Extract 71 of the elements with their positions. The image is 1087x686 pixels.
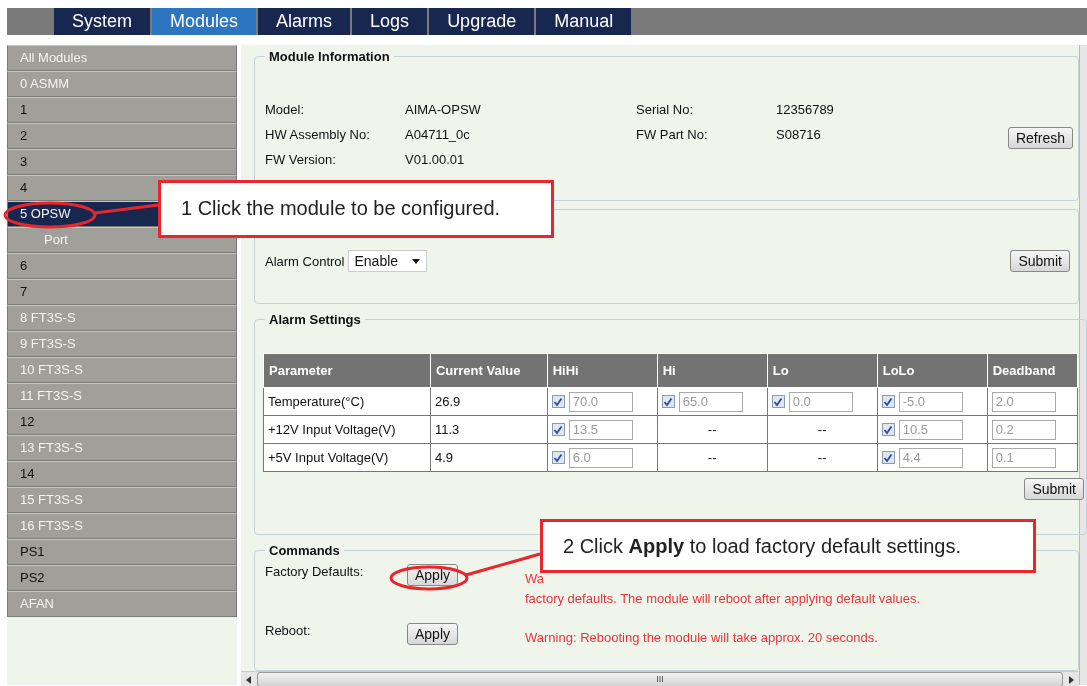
nav-tab[interactable]: Manual (536, 8, 632, 35)
sidebar-item[interactable]: 12 (7, 409, 237, 435)
table-cell: Temperature(°C) (263, 387, 431, 416)
checkbox[interactable] (881, 451, 895, 464)
nav-tab[interactable]: Upgrade (429, 8, 535, 35)
field-value: 12356789 (776, 102, 834, 117)
table-cell: -- (767, 415, 878, 444)
sidebar-item[interactable]: PS1 (7, 539, 237, 565)
column-header: LoLo (877, 353, 988, 388)
sidebar-item[interactable]: 6 (7, 253, 237, 279)
nav-tab[interactable]: Logs (352, 8, 428, 35)
sidebar-item[interactable]: 7 (7, 279, 237, 305)
field-label: Serial No: (636, 102, 695, 117)
table-cell: 11.3 (430, 415, 548, 444)
nav-tab[interactable]: Alarms (258, 8, 351, 35)
table-cell: +12V Input Voltage(V) (263, 415, 431, 444)
scroll-right-icon[interactable] (1067, 675, 1075, 684)
field-value: V01.00.01 (405, 152, 465, 167)
checkbox[interactable] (881, 395, 895, 408)
field-label: Model: (265, 102, 306, 117)
field-label: Reboot: (265, 623, 312, 640)
panel-title: Module Information (268, 49, 391, 64)
vertical-scrollbar[interactable] (1079, 45, 1087, 685)
field-label: Factory Defaults: (265, 564, 365, 581)
nav-tab[interactable]: System (54, 8, 150, 35)
scroll-left-icon[interactable] (245, 675, 253, 684)
checkbox[interactable] (881, 423, 895, 436)
sidebar-item[interactable]: 1 (7, 97, 237, 123)
table-cell: -- (657, 415, 768, 444)
field-label: Alarm Control (265, 253, 345, 269)
apply-button[interactable]: Apply (407, 623, 459, 645)
alarm-control-dropdown[interactable]: Enable (348, 250, 428, 272)
table-cell: 26.9 (430, 387, 548, 416)
panel-title: Alarm Settings (268, 312, 362, 327)
field-label: FW Version: (265, 152, 337, 167)
column-header: Parameter (263, 353, 431, 388)
sidebar-item[interactable]: 3 (7, 149, 237, 175)
callout-tooltip: 1 Click the module to be configured. (158, 180, 554, 238)
checkbox[interactable] (771, 395, 785, 408)
warning-text: Wa (525, 570, 546, 588)
table-cell: -- (657, 443, 768, 472)
table-cell: +5V Input Voltage(V) (263, 443, 431, 472)
submit-button[interactable]: Submit (1024, 478, 1084, 500)
caret-icon (412, 258, 421, 264)
column-header: Deadband (987, 353, 1078, 388)
sidebar-item[interactable]: 2 (7, 123, 237, 149)
callout-tooltip: 2 Click Apply to load factory default settings. (540, 519, 1036, 573)
sidebar-item[interactable]: PS2 (7, 565, 237, 591)
column-header: Lo (767, 353, 878, 388)
checkbox[interactable] (551, 451, 565, 464)
field-label: HW Assembly No: (265, 127, 371, 142)
field-value: AIMA-OPSW (405, 102, 481, 117)
field-value: A04711_0c (405, 127, 470, 142)
refresh-button[interactable]: Refresh (1007, 127, 1073, 149)
table-cell: -- (767, 443, 878, 472)
field-value: S08716 (776, 127, 821, 142)
checkbox[interactable] (661, 395, 675, 408)
column-header: HiHi (547, 353, 658, 388)
sidebar-item[interactable]: 14 (7, 461, 237, 487)
warning-text: factory defaults. The module will reboot after applying default values. (525, 590, 921, 608)
leader-line (94, 203, 159, 215)
warning-text: Warning: Rebooting the module will take approx. 20 seconds. (525, 629, 878, 647)
column-header: Hi (657, 353, 768, 388)
checkbox[interactable] (551, 395, 565, 408)
checkbox[interactable] (551, 423, 565, 436)
field-label: FW Part No: (636, 127, 709, 142)
nav-tab[interactable]: Modules (152, 8, 257, 35)
panel-title: Commands (268, 543, 341, 558)
submit-button[interactable]: Submit (1010, 250, 1070, 272)
table-cell: 4.9 (430, 443, 548, 472)
column-header: Current Value (430, 353, 548, 388)
